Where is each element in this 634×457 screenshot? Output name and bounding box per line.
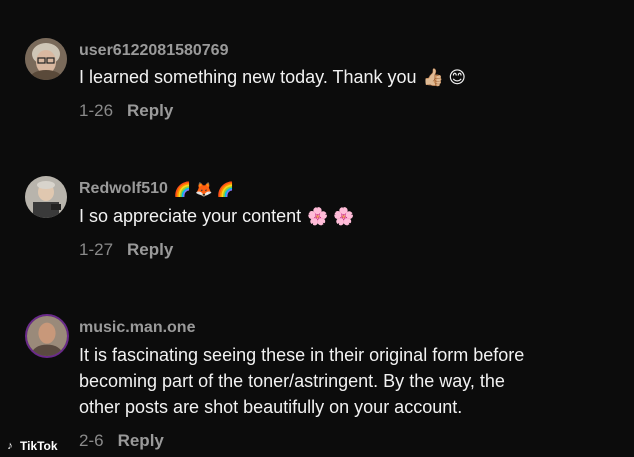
comment-username[interactable]: user6122081580769: [79, 42, 228, 60]
tiktok-logo-icon: ♪: [7, 440, 13, 452]
comment-meta: 1-27 Reply: [79, 240, 173, 260]
avatar[interactable]: [25, 314, 69, 358]
comment-username[interactable]: Redwolf510 🌈 🦊 🌈: [79, 180, 234, 198]
rainbow-icon: 🌈: [173, 180, 192, 197]
comment-date: 1-27: [79, 240, 114, 259]
comment-text: It is fascinating seeing these in their …: [79, 342, 524, 420]
emoji-icon: 👍🏼 😊: [422, 68, 467, 87]
fox-icon: 🦊: [195, 180, 213, 197]
watermark-label: TikTok: [20, 439, 58, 453]
comment-text: I so appreciate your content 🌸 🌸: [79, 203, 354, 230]
user-badges: 🌈 🦊 🌈: [174, 181, 234, 198]
tiktok-watermark: ♪ TikTok: [4, 439, 58, 453]
comment-date: 1-26: [79, 101, 114, 120]
comment-body-line: becoming part of the toner/astringent. B…: [79, 371, 505, 391]
comment-body: I learned something new today. Thank you: [79, 67, 417, 87]
comment-text: I learned something new today. Thank you…: [79, 64, 466, 91]
username-label[interactable]: Redwolf510: [79, 180, 168, 198]
username-label[interactable]: music.man.one: [79, 319, 195, 337]
reply-button[interactable]: Reply: [127, 101, 173, 121]
username-label[interactable]: user6122081580769: [79, 42, 228, 60]
comment-body: I so appreciate your content: [79, 206, 302, 226]
comment-meta: 2-6 Reply: [79, 431, 164, 451]
rainbow-icon: 🌈: [216, 180, 235, 197]
reply-button[interactable]: Reply: [127, 240, 173, 260]
comment-body-line: It is fascinating seeing these in their …: [79, 345, 525, 365]
avatar[interactable]: [25, 176, 67, 218]
reply-button[interactable]: Reply: [118, 431, 164, 451]
comment-meta: 1-26 Reply: [79, 101, 173, 121]
flower-icon: 🌸 🌸: [307, 207, 355, 226]
avatar[interactable]: [25, 38, 67, 80]
comment-body-line: other posts are shot beautifully on your…: [79, 397, 463, 417]
comment-date: 2-6: [79, 431, 104, 450]
comment-username[interactable]: music.man.one: [79, 319, 195, 337]
